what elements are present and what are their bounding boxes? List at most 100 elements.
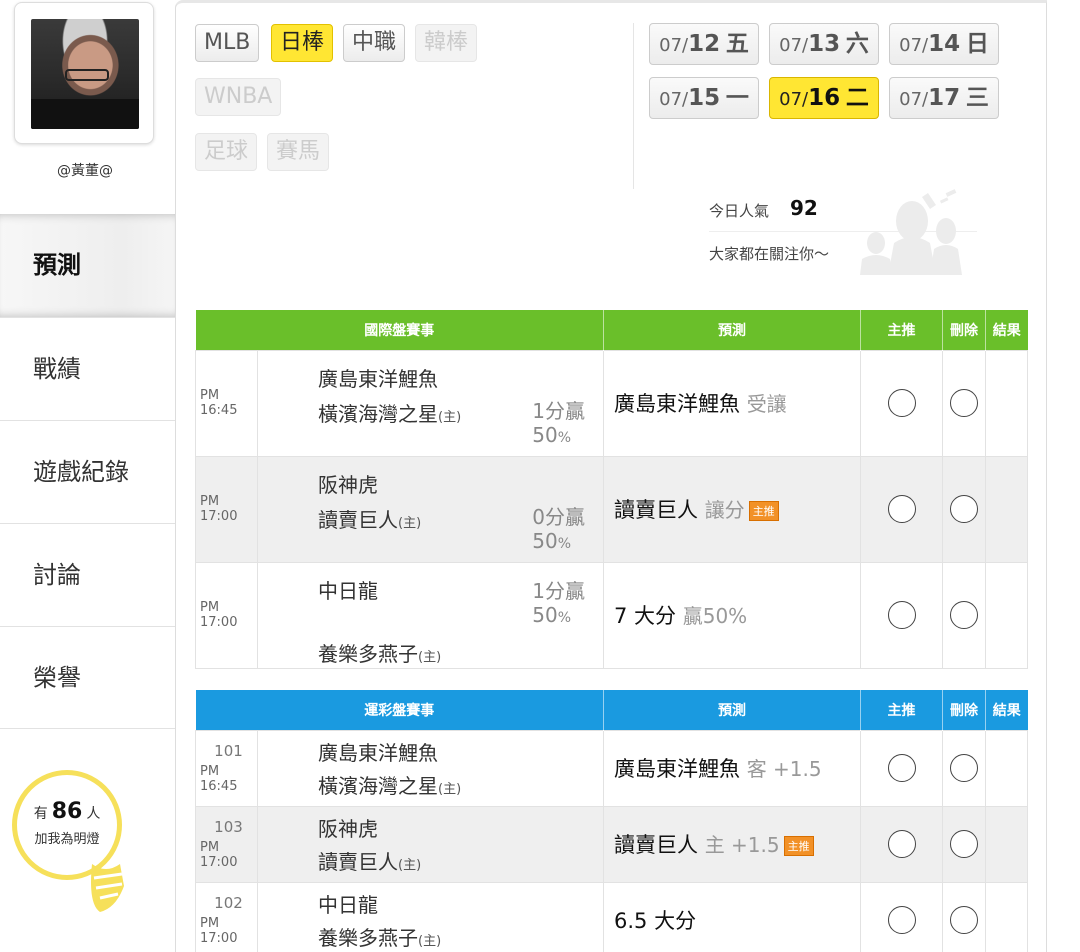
odds-pct-unit: %: [557, 610, 572, 626]
prediction-pick: 讀賣巨人: [614, 833, 698, 857]
match-teams: 廣島東洋鯉魚 橫濱海灣之星(主) 1分贏 50%: [257, 349, 604, 457]
result-cell: [985, 805, 1028, 883]
match-teams: 阪神虎 讀賣巨人(主) 0分贏 50%: [257, 455, 604, 563]
sidebar: @黃董@ 預測 戰績 遊戲紀錄 討論 榮譽 有 86 人 加我為明燈: [0, 0, 175, 952]
home-team: 橫濱海灣之星: [318, 402, 438, 426]
league-horse-racing-button: 賽馬: [267, 133, 330, 171]
date-button-0717[interactable]: 07/17 三: [889, 77, 999, 119]
col-header-result: 結果: [985, 690, 1028, 730]
league-mlb-button[interactable]: MLB: [195, 24, 260, 62]
date-button-0714[interactable]: 07/14 日: [889, 23, 999, 65]
main-pick-cell: [860, 349, 943, 457]
delete-cell: [942, 349, 986, 457]
prediction-cell: 廣島東洋鯉魚 受讓: [603, 349, 861, 457]
col-header-result: 結果: [985, 310, 1028, 350]
date-button-0713[interactable]: 07/13 六: [769, 23, 879, 65]
table-row: 102 PM 17:00 中日龍 養樂多燕子(主) 6.5 大分: [195, 881, 1028, 952]
match-teams: 中日龍 養樂多燕子(主) 1分贏 50%: [257, 561, 604, 669]
table-row: PM 17:00 中日龍 養樂多燕子(主) 1分贏 50% 7 大分 贏50%: [195, 561, 1028, 669]
result-cell: [985, 881, 1028, 952]
home-team: 讀賣巨人: [318, 508, 398, 532]
col-header-delete: 刪除: [942, 310, 986, 350]
odds-pct-unit: %: [557, 536, 572, 552]
delete-radio[interactable]: [950, 601, 978, 629]
date-prefix: 07/: [659, 35, 689, 56]
away-team: 廣島東洋鯉魚: [318, 741, 438, 765]
odds-pct: 50: [532, 603, 558, 627]
main-pick-radio[interactable]: [887, 830, 916, 858]
date-day: 14: [928, 31, 961, 57]
col-header-prediction: 預測: [603, 690, 861, 730]
date-prefix: 07/: [899, 89, 929, 110]
bulb-suffix: 人: [86, 806, 101, 822]
prediction-cell: 6.5 大分: [603, 881, 861, 952]
prediction-pick: 7 大分: [614, 604, 677, 628]
lightbulb-icon: [91, 864, 124, 912]
main-panel: MLB 日棒 中職 韓棒 WNBA 足球 賽馬 07/12 五 07/13 六 …: [175, 0, 1047, 952]
odds-pct: 50: [532, 529, 558, 553]
prediction-cell: 7 大分 贏50%: [603, 561, 861, 669]
match-time: 102 PM 17:00: [195, 881, 258, 952]
prediction-cell: 讀賣巨人 讓分 主推: [603, 455, 861, 563]
date-button-0712[interactable]: 07/12 五: [649, 23, 759, 65]
match-time: PM 16:45: [195, 349, 258, 457]
col-header-match: 運彩盤賽事: [195, 690, 604, 730]
col-header-main-pick: 主推: [860, 690, 943, 730]
delete-cell: [942, 805, 986, 883]
main-pick-radio[interactable]: [887, 906, 916, 934]
date-day: 16: [808, 85, 841, 111]
league-cpbl-button[interactable]: 中職: [343, 24, 406, 62]
result-cell: [985, 349, 1028, 457]
main-pick-cell: [860, 455, 943, 563]
col-header-prediction: 預測: [603, 310, 861, 350]
bulb-count: 86: [51, 799, 83, 824]
delete-radio[interactable]: [950, 389, 978, 417]
username: @黃董@: [57, 163, 113, 179]
league-wnba-button: WNBA: [195, 78, 282, 116]
match-number: 103: [214, 818, 243, 836]
jacket-shape: [31, 99, 139, 129]
col-header-match: 國際盤賽事: [195, 310, 604, 350]
match-time: PM 17:00: [195, 561, 258, 669]
home-mark: (主): [418, 934, 442, 949]
delete-radio[interactable]: [950, 495, 978, 523]
home-team: 養樂多燕子: [318, 926, 418, 950]
league-npb-button[interactable]: 日棒: [271, 24, 334, 62]
international-picks-table: 國際盤賽事 預測 主推 刪除 結果 PM 16:45 廣島東洋鯉魚 橫濱海灣之星…: [195, 310, 1028, 669]
home-mark: (主): [438, 410, 462, 425]
match-time-text: PM 17:00: [200, 840, 238, 870]
delete-cell: [942, 729, 986, 807]
main-pick-radio[interactable]: [887, 601, 916, 629]
home-mark: (主): [418, 650, 442, 665]
date-button-0715[interactable]: 07/15 一: [649, 77, 759, 119]
prediction-pick: 讀賣巨人: [614, 498, 698, 522]
main-pick-radio[interactable]: [887, 495, 916, 523]
delete-radio[interactable]: [950, 754, 978, 782]
bulb-prefix: 有: [33, 806, 48, 822]
date-button-0716[interactable]: 07/16 二: [769, 77, 879, 119]
sidebar-item-record[interactable]: 戰績: [0, 317, 175, 420]
avatar-card[interactable]: [14, 2, 154, 144]
sidebar-item-prediction[interactable]: 預測: [0, 214, 175, 317]
prediction-pick: 廣島東洋鯉魚: [614, 392, 740, 416]
prediction-pick: 廣島東洋鯉魚: [614, 757, 740, 781]
delete-radio[interactable]: [950, 830, 978, 858]
home-team-line: 橫濱海灣之星(主): [258, 766, 603, 799]
match-time: 101 PM 16:45: [195, 729, 258, 807]
match-number: 102: [214, 894, 243, 912]
delete-cell: [942, 881, 986, 952]
home-team: 讀賣巨人: [318, 850, 398, 874]
prediction-detail: 客 +1.5: [746, 757, 822, 781]
delete-radio[interactable]: [950, 906, 978, 934]
sidebar-item-game-log[interactable]: 遊戲紀錄: [0, 420, 175, 523]
date-prefix: 07/: [659, 89, 689, 110]
sidebar-item-discussion[interactable]: 討論: [0, 523, 175, 626]
result-cell: [985, 561, 1028, 669]
home-team: 養樂多燕子: [318, 642, 418, 666]
match-time-text: PM 17:00: [200, 916, 238, 946]
main-pick-radio[interactable]: [887, 389, 916, 417]
bulb-count-line: 有 86 人: [17, 799, 117, 824]
main-pick-radio[interactable]: [887, 754, 916, 782]
popularity-message: 大家都在關注你～: [709, 245, 830, 263]
sidebar-item-honor[interactable]: 榮譽: [0, 626, 175, 729]
